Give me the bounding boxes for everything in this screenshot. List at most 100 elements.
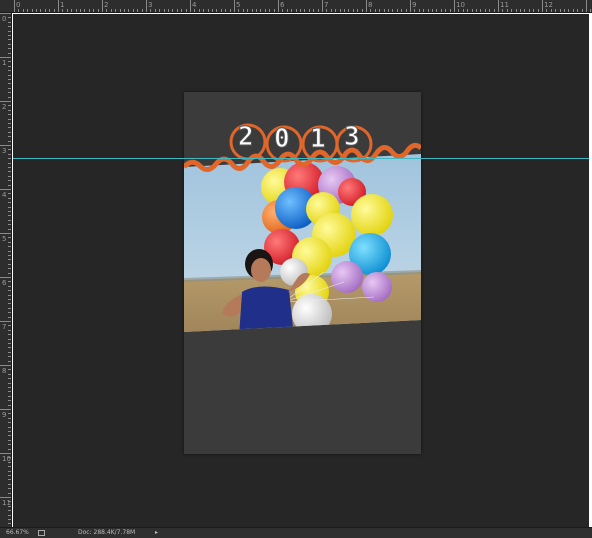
ruler-tick bbox=[498, 0, 499, 12]
ruler-tick bbox=[216, 9, 218, 12]
ruler-tick bbox=[322, 0, 323, 12]
ruler-tick bbox=[8, 92, 11, 94]
ruler-tick bbox=[8, 228, 11, 230]
ruler-tick bbox=[8, 281, 11, 283]
ruler-tick bbox=[8, 255, 11, 256]
ruler-tick bbox=[8, 338, 11, 340]
ruler-tick bbox=[119, 9, 121, 12]
ruler-tick bbox=[8, 413, 11, 415]
ruler-tick bbox=[242, 9, 244, 12]
ruler-tick bbox=[471, 9, 473, 12]
ruler-number: 1 bbox=[2, 59, 7, 67]
document-canvas[interactable]: 2 0 1 3 bbox=[184, 92, 421, 454]
horizontal-guide[interactable] bbox=[13, 158, 589, 159]
ruler-tick bbox=[49, 9, 51, 12]
ruler-tick bbox=[344, 9, 345, 12]
ruler-tick bbox=[8, 448, 11, 450]
status-menu-arrow-icon[interactable]: ▸ bbox=[155, 529, 158, 536]
ruler-tick bbox=[8, 237, 11, 239]
ruler-tick bbox=[282, 9, 284, 12]
ruler-tick bbox=[159, 9, 161, 12]
ruler-number: 7 bbox=[2, 323, 7, 331]
ruler-tick bbox=[537, 9, 539, 12]
ruler-tick bbox=[8, 382, 11, 384]
ruler-tick bbox=[150, 9, 152, 12]
ruler-tick bbox=[110, 9, 112, 12]
ruler-tick bbox=[445, 9, 447, 12]
ruler-tick bbox=[8, 510, 11, 512]
ruler-tick bbox=[590, 9, 592, 12]
ruler-tick bbox=[8, 246, 11, 248]
ruler-tick bbox=[0, 277, 11, 278]
ruler-tick bbox=[8, 307, 11, 309]
ruler-tick bbox=[185, 9, 187, 12]
year-title: 2 0 1 3 bbox=[184, 122, 421, 158]
ruler-tick bbox=[313, 9, 315, 12]
ruler-tick bbox=[115, 9, 117, 12]
ruler-tick bbox=[8, 519, 11, 520]
ruler-tick bbox=[520, 9, 521, 12]
ruler-tick bbox=[511, 9, 513, 12]
ruler-tick bbox=[414, 9, 416, 12]
ruler-tick bbox=[256, 9, 257, 12]
document-icon[interactable] bbox=[38, 530, 45, 536]
ruler-number: 3 bbox=[2, 147, 7, 155]
ruler-tick bbox=[181, 9, 183, 12]
ruler-tick bbox=[84, 9, 86, 12]
ruler-tick bbox=[0, 409, 11, 410]
ruler-tick bbox=[374, 9, 376, 12]
ruler-tick bbox=[8, 162, 11, 164]
ruler-tick bbox=[203, 9, 205, 12]
ruler-tick bbox=[502, 9, 504, 12]
ruler-tick bbox=[524, 9, 526, 12]
ruler-tick bbox=[8, 514, 11, 516]
horizontal-ruler[interactable]: 0 1 2 3 4 5 6 7 8 9 10 11 12 bbox=[0, 0, 592, 13]
ruler-tick bbox=[449, 9, 451, 12]
ruler-tick bbox=[8, 158, 11, 160]
ruler-tick bbox=[8, 378, 11, 380]
ruler-tick bbox=[286, 9, 288, 12]
ruler-tick bbox=[8, 114, 11, 116]
ruler-tick bbox=[225, 9, 227, 12]
ruler-number: 0 bbox=[2, 15, 7, 23]
ruler-tick bbox=[27, 9, 29, 12]
ruler-tick bbox=[8, 294, 11, 296]
ruler-tick bbox=[533, 9, 535, 12]
ruler-tick bbox=[8, 272, 11, 274]
ruler-tick bbox=[8, 391, 11, 393]
ruler-tick bbox=[93, 9, 95, 12]
ruler-tick bbox=[568, 9, 570, 12]
ruler-tick bbox=[304, 9, 306, 12]
ruler-tick bbox=[8, 26, 11, 28]
ruler-number: 10 bbox=[456, 1, 465, 9]
ruler-tick bbox=[238, 9, 240, 12]
ruler-tick bbox=[326, 9, 328, 12]
ruler-tick bbox=[559, 9, 561, 12]
zoom-field[interactable]: 66.67% bbox=[6, 529, 29, 536]
ruler-tick bbox=[8, 206, 11, 208]
document-info[interactable]: Doc: 288.4K/7.78M bbox=[78, 529, 135, 536]
ruler-tick bbox=[8, 61, 11, 63]
canvas-area[interactable]: 2 0 1 3 bbox=[13, 14, 589, 527]
ruler-tick bbox=[454, 0, 455, 12]
ruler-tick bbox=[168, 9, 169, 12]
ruler-tick bbox=[300, 9, 301, 12]
ruler-tick bbox=[0, 101, 11, 102]
ruler-tick bbox=[0, 145, 11, 146]
ruler-tick bbox=[8, 30, 11, 32]
ruler-tick bbox=[247, 9, 249, 12]
ruler-tick bbox=[0, 57, 11, 58]
ruler-tick bbox=[493, 9, 495, 12]
ruler-tick bbox=[8, 435, 11, 437]
vertical-ruler[interactable]: 0 1 2 3 4 5 6 7 8 9 10 11 bbox=[0, 13, 12, 527]
ruler-tick bbox=[564, 9, 565, 12]
ruler-tick bbox=[97, 9, 99, 12]
ruler-tick bbox=[8, 285, 11, 287]
ruler-tick bbox=[8, 193, 11, 195]
ruler-tick bbox=[8, 215, 11, 217]
ruler-tick bbox=[106, 9, 108, 12]
ruler-tick bbox=[0, 189, 11, 190]
ruler-tick bbox=[8, 180, 11, 182]
ruler-tick bbox=[295, 9, 297, 12]
ruler-tick bbox=[190, 0, 191, 12]
